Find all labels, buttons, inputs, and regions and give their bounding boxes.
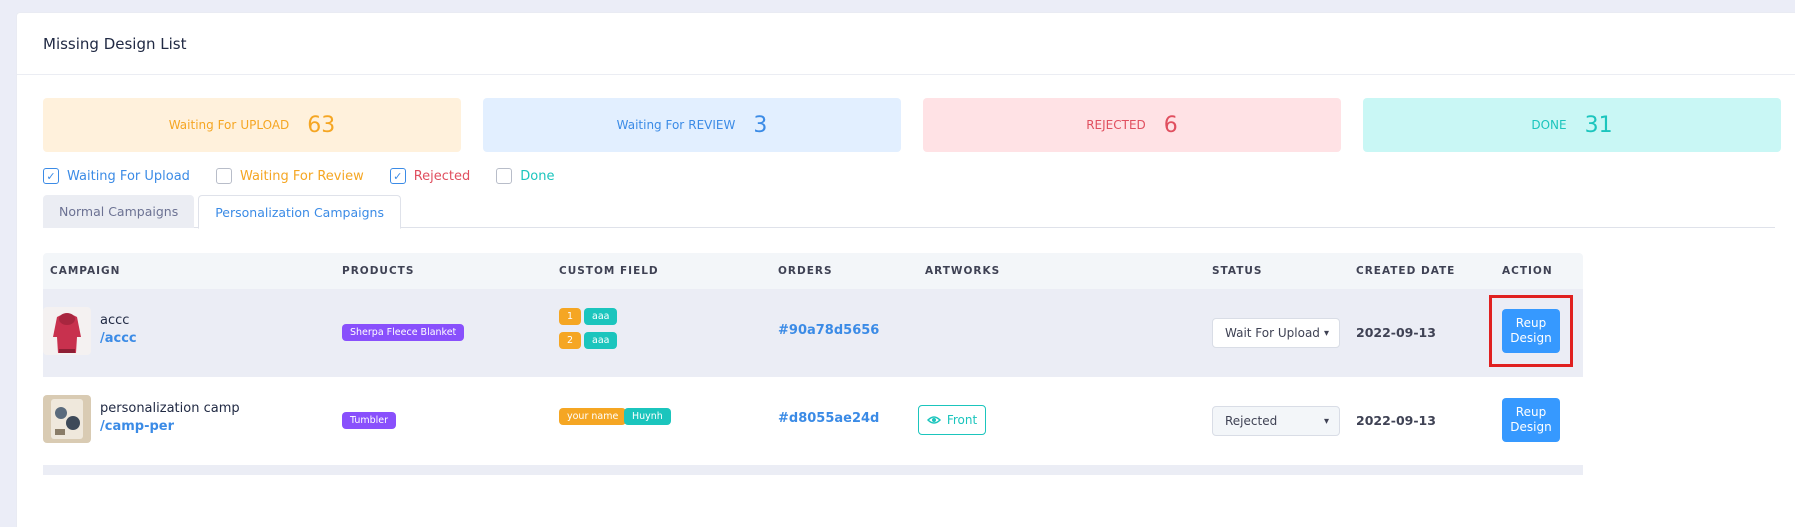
col-artworks: ARTWORKS	[925, 265, 1001, 277]
campaign-name: accc	[100, 313, 130, 328]
tab-personalization-campaigns[interactable]: Personalization Campaigns	[198, 195, 401, 229]
check-icon[interactable]: ✓	[43, 168, 59, 184]
campaign-slug-link[interactable]: /accc	[100, 331, 137, 346]
status-select[interactable]: Wait For Upload ▾	[1212, 318, 1340, 348]
stat-count: 63	[307, 112, 336, 138]
stat-label: Waiting For REVIEW	[616, 118, 736, 132]
stat-waiting-upload[interactable]: Waiting For UPLOAD 63	[43, 98, 461, 152]
filter-waiting-upload[interactable]: ✓ Waiting For Upload	[43, 168, 190, 184]
custom-field-value: aaa	[584, 332, 618, 349]
custom-field-key: your name	[559, 408, 627, 425]
table-row: personalization camp /camp-per Tumbler y…	[43, 377, 1583, 465]
stat-count: 6	[1163, 112, 1178, 138]
created-date: 2022-09-13	[1356, 325, 1436, 340]
col-status: STATUS	[1212, 265, 1263, 277]
stat-label: Waiting For UPLOAD	[168, 118, 290, 132]
filter-done[interactable]: Done	[496, 168, 554, 184]
status-filters: ✓ Waiting For Upload Waiting For Review …	[43, 168, 554, 184]
filter-label: Waiting For Upload	[67, 168, 190, 184]
artwork-front-button[interactable]: Front	[918, 405, 986, 435]
product-badge: Sherpa Fleece Blanket	[342, 324, 465, 341]
filter-label: Waiting For Review	[239, 168, 364, 184]
campaign-thumbnail	[43, 395, 91, 443]
campaign-table: CAMPAIGN PRODUCTS CUSTOM FIELD ORDERS AR…	[43, 253, 1583, 475]
checkbox[interactable]	[215, 168, 232, 184]
stat-waiting-review[interactable]: Waiting For REVIEW 3	[483, 98, 901, 152]
order-link[interactable]: #90a78d5656	[778, 323, 879, 338]
order-link[interactable]: #d8055ae24d	[778, 411, 879, 426]
stat-count: 3	[753, 112, 768, 138]
table-header: CAMPAIGN PRODUCTS CUSTOM FIELD ORDERS AR…	[43, 253, 1583, 289]
table-row	[43, 465, 1583, 475]
eye-icon	[926, 416, 941, 424]
status-select[interactable]: Rejected ▾	[1212, 406, 1340, 436]
created-date: 2022-09-13	[1356, 413, 1436, 428]
col-orders: ORDERS	[778, 265, 833, 277]
filter-label: Rejected	[413, 168, 471, 184]
col-created-date: CREATED DATE	[1356, 265, 1456, 277]
stat-rejected[interactable]: REJECTED 6	[923, 98, 1341, 152]
custom-field-key: 2	[559, 332, 582, 349]
page-title: Missing Design List	[43, 34, 187, 53]
campaign-tabs: Normal Campaigns Personalization Campaig…	[43, 195, 1775, 229]
col-products: PRODUCTS	[342, 265, 415, 277]
reup-design-button[interactable]: Reup Design	[1502, 398, 1560, 442]
stat-done[interactable]: DONE 31	[1363, 98, 1781, 152]
stat-count: 31	[1584, 112, 1613, 138]
chevron-down-icon: ▾	[1323, 327, 1329, 339]
col-action: ACTION	[1502, 265, 1553, 277]
table-row: accc /accc Sherpa Fleece Blanket 1 aaa 2…	[43, 289, 1583, 377]
stat-label: REJECTED	[1086, 118, 1146, 132]
filter-rejected[interactable]: ✓ Rejected	[389, 168, 471, 184]
custom-field-value: Huynh	[624, 408, 671, 425]
missing-design-card: Missing Design List Waiting For UPLOAD 63…	[16, 12, 1795, 527]
card-header: Missing Design List	[17, 13, 1795, 75]
status-value: Wait For Upload	[1225, 326, 1320, 340]
filter-waiting-review[interactable]: Waiting For Review	[215, 168, 364, 184]
stats-row: Waiting For UPLOAD 63 Waiting For REVIEW 3…	[43, 98, 1781, 152]
custom-field-key: 1	[559, 308, 582, 325]
checkbox[interactable]	[496, 168, 513, 184]
campaign-name: personalization camp	[100, 401, 240, 416]
artwork-label: Front	[946, 413, 978, 427]
status-value: Rejected	[1225, 414, 1278, 428]
col-campaign: CAMPAIGN	[50, 265, 121, 277]
tab-normal-campaigns[interactable]: Normal Campaigns	[43, 195, 195, 228]
check-icon[interactable]: ✓	[389, 168, 406, 184]
chevron-down-icon: ▾	[1323, 415, 1329, 427]
stat-label: DONE	[1531, 118, 1567, 132]
col-custom-field: CUSTOM FIELD	[559, 265, 659, 277]
campaign-slug-link[interactable]: /camp-per	[100, 419, 174, 434]
filter-label: Done	[520, 168, 555, 184]
reup-design-button[interactable]: Reup Design	[1502, 309, 1560, 353]
custom-field-value: aaa	[584, 308, 618, 325]
campaign-thumbnail	[43, 307, 91, 355]
product-badge: Tumbler	[342, 412, 397, 429]
